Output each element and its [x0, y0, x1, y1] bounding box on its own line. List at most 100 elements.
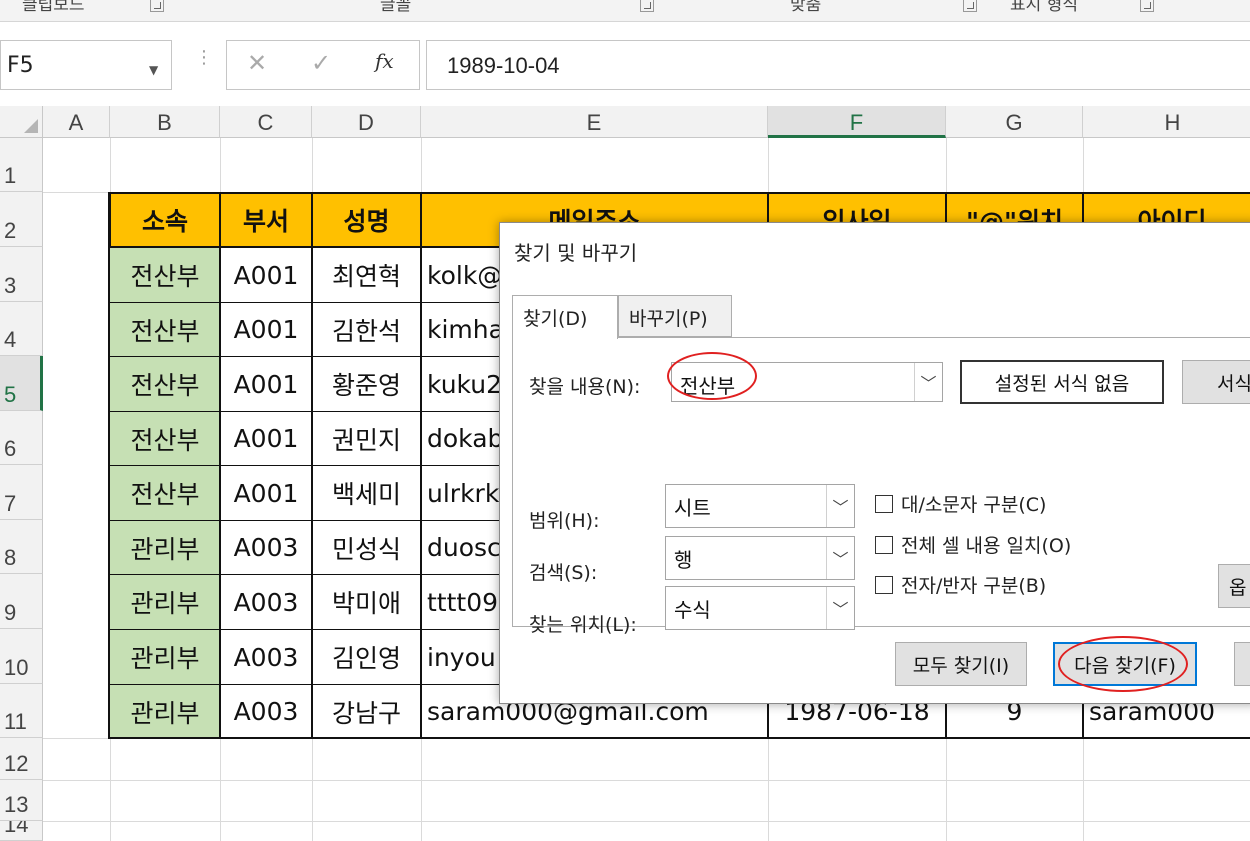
- look-in-select[interactable]: 수식 ﹀: [665, 586, 855, 630]
- checkbox-icon[interactable]: [875, 535, 893, 554]
- column-header-a[interactable]: A: [43, 106, 110, 138]
- look-in-value: 수식: [674, 598, 711, 622]
- ribbon-group-font: 글꼴: [380, 0, 412, 15]
- column-header-g[interactable]: G: [946, 106, 1083, 138]
- chevron-down-icon[interactable]: ﹀: [826, 537, 854, 579]
- gridline: [43, 780, 1250, 781]
- table-cell[interactable]: A001: [219, 465, 313, 521]
- table-cell[interactable]: A001: [219, 411, 313, 466]
- table-cell[interactable]: A003: [219, 520, 313, 575]
- table-cell[interactable]: 전산부: [109, 356, 221, 412]
- alignment-launcher-icon[interactable]: [963, 0, 977, 12]
- match-entire-checkbox[interactable]: 전체 셀 내용 일치(O): [875, 531, 1071, 558]
- more-icon[interactable]: ⋮: [195, 47, 213, 68]
- chevron-down-icon[interactable]: ﹀: [826, 485, 854, 527]
- row-header-13[interactable]: 13: [0, 780, 43, 821]
- table-cell[interactable]: 관리부: [109, 520, 221, 575]
- table-cell[interactable]: 전산부: [109, 302, 221, 357]
- enter-icon[interactable]: ✓: [311, 49, 331, 77]
- chevron-down-icon[interactable]: ﹀: [826, 587, 854, 629]
- match-case-checkbox[interactable]: 대/소문자 구분(C): [875, 490, 1046, 517]
- table-cell[interactable]: 관리부: [109, 684, 221, 739]
- table-cell[interactable]: 최연혁: [311, 247, 422, 303]
- row-header-8[interactable]: 8: [0, 520, 43, 574]
- column-header-d[interactable]: D: [312, 106, 421, 138]
- format-button[interactable]: 서식: [1182, 360, 1250, 404]
- clipboard-launcher-icon[interactable]: [150, 0, 164, 12]
- formula-buttons: ✕ ✓ fx: [226, 40, 420, 90]
- ribbon-strip: 클립보드 글꼴 맞춤 표시 형식: [0, 0, 1250, 22]
- look-in-label: 찾는 위치(L):: [529, 614, 637, 636]
- checkbox-icon[interactable]: [875, 575, 893, 594]
- column-header-e[interactable]: E: [421, 106, 768, 138]
- close-button[interactable]: [1234, 642, 1250, 686]
- name-box-value: F5: [7, 53, 34, 78]
- search-value: 행: [674, 548, 693, 572]
- formula-input[interactable]: 1989-10-04: [426, 40, 1250, 90]
- match-width-checkbox[interactable]: 전자/반자 구분(B): [875, 571, 1046, 598]
- find-tab-panel: 찾을 내용(N): 전산부 ﹀ 설정된 서식 없음 서식 범위(H): 시트 ﹀…: [512, 337, 1250, 636]
- column-header-c[interactable]: C: [220, 106, 312, 138]
- font-launcher-icon[interactable]: [640, 0, 654, 12]
- format-status-button[interactable]: 설정된 서식 없음: [960, 360, 1164, 404]
- table-cell[interactable]: 전산부: [109, 247, 221, 303]
- search-label: 검색(S):: [529, 562, 598, 584]
- row-header-6[interactable]: 6: [0, 411, 43, 465]
- highlight-oval: [667, 352, 757, 400]
- row-header-2[interactable]: 2: [0, 192, 43, 247]
- table-cell[interactable]: A003: [219, 684, 313, 739]
- table-cell[interactable]: 권민지: [311, 411, 422, 466]
- chevron-down-icon[interactable]: ﹀: [914, 363, 942, 401]
- table-cell[interactable]: A003: [219, 574, 313, 630]
- scope-select[interactable]: 시트 ﹀: [665, 484, 855, 528]
- table-cell[interactable]: 김인영: [311, 629, 422, 685]
- name-box[interactable]: F5 ▼: [0, 40, 172, 90]
- table-cell[interactable]: 전산부: [109, 411, 221, 466]
- row-header-14[interactable]: 14: [0, 821, 43, 841]
- dialog-title: 찾기 및 바꾸기: [514, 241, 638, 265]
- table-header-cell[interactable]: 소속: [109, 192, 221, 248]
- scope-value: 시트: [674, 496, 711, 520]
- search-select[interactable]: 행 ﹀: [665, 536, 855, 580]
- select-all-button[interactable]: [0, 106, 43, 138]
- table-cell[interactable]: A003: [219, 629, 313, 685]
- insert-function-icon[interactable]: fx: [375, 49, 394, 73]
- table-header-cell[interactable]: 성명: [311, 192, 422, 248]
- row-header-11[interactable]: 11: [0, 684, 43, 738]
- row-header-5[interactable]: 5: [0, 356, 43, 411]
- match-entire-label: 전체 셀 내용 일치(O): [901, 535, 1072, 557]
- table-cell[interactable]: 민성식: [311, 520, 422, 575]
- row-header-7[interactable]: 7: [0, 465, 43, 520]
- row-header-1[interactable]: 1: [0, 138, 43, 192]
- chevron-down-icon[interactable]: ▼: [149, 63, 158, 77]
- find-all-button[interactable]: 모두 찾기(I): [895, 642, 1027, 686]
- table-cell[interactable]: A001: [219, 247, 313, 303]
- table-cell[interactable]: 강남구: [311, 684, 422, 739]
- table-cell[interactable]: A001: [219, 356, 313, 412]
- tab-find[interactable]: 찾기(D): [512, 295, 618, 339]
- row-header-3[interactable]: 3: [0, 247, 43, 302]
- row-header-9[interactable]: 9: [0, 574, 43, 629]
- table-cell[interactable]: 관리부: [109, 629, 221, 685]
- table-cell[interactable]: 전산부: [109, 465, 221, 521]
- checkbox-icon[interactable]: [875, 494, 893, 513]
- row-header-12[interactable]: 12: [0, 738, 43, 780]
- find-replace-dialog[interactable]: 찾기 및 바꾸기 찾기(D) 바꾸기(P) 찾을 내용(N): 전산부 ﹀ 설정…: [499, 222, 1250, 704]
- ribbon-group-clipboard: 클립보드: [22, 0, 85, 15]
- number-launcher-icon[interactable]: [1140, 0, 1154, 12]
- table-cell[interactable]: A001: [219, 302, 313, 357]
- column-header-f[interactable]: F: [768, 106, 946, 138]
- table-cell[interactable]: 관리부: [109, 574, 221, 630]
- row-header-10[interactable]: 10: [0, 629, 43, 684]
- column-header-b[interactable]: B: [110, 106, 220, 138]
- options-button[interactable]: 옵: [1218, 564, 1250, 608]
- table-cell[interactable]: 박미애: [311, 574, 422, 630]
- table-cell[interactable]: 백세미: [311, 465, 422, 521]
- tab-replace[interactable]: 바꾸기(P): [618, 295, 732, 337]
- table-cell[interactable]: 김한석: [311, 302, 422, 357]
- column-header-h[interactable]: H: [1083, 106, 1250, 138]
- table-cell[interactable]: 황준영: [311, 356, 422, 412]
- cancel-icon[interactable]: ✕: [247, 49, 267, 77]
- row-header-4[interactable]: 4: [0, 302, 43, 356]
- table-header-cell[interactable]: 부서: [219, 192, 313, 248]
